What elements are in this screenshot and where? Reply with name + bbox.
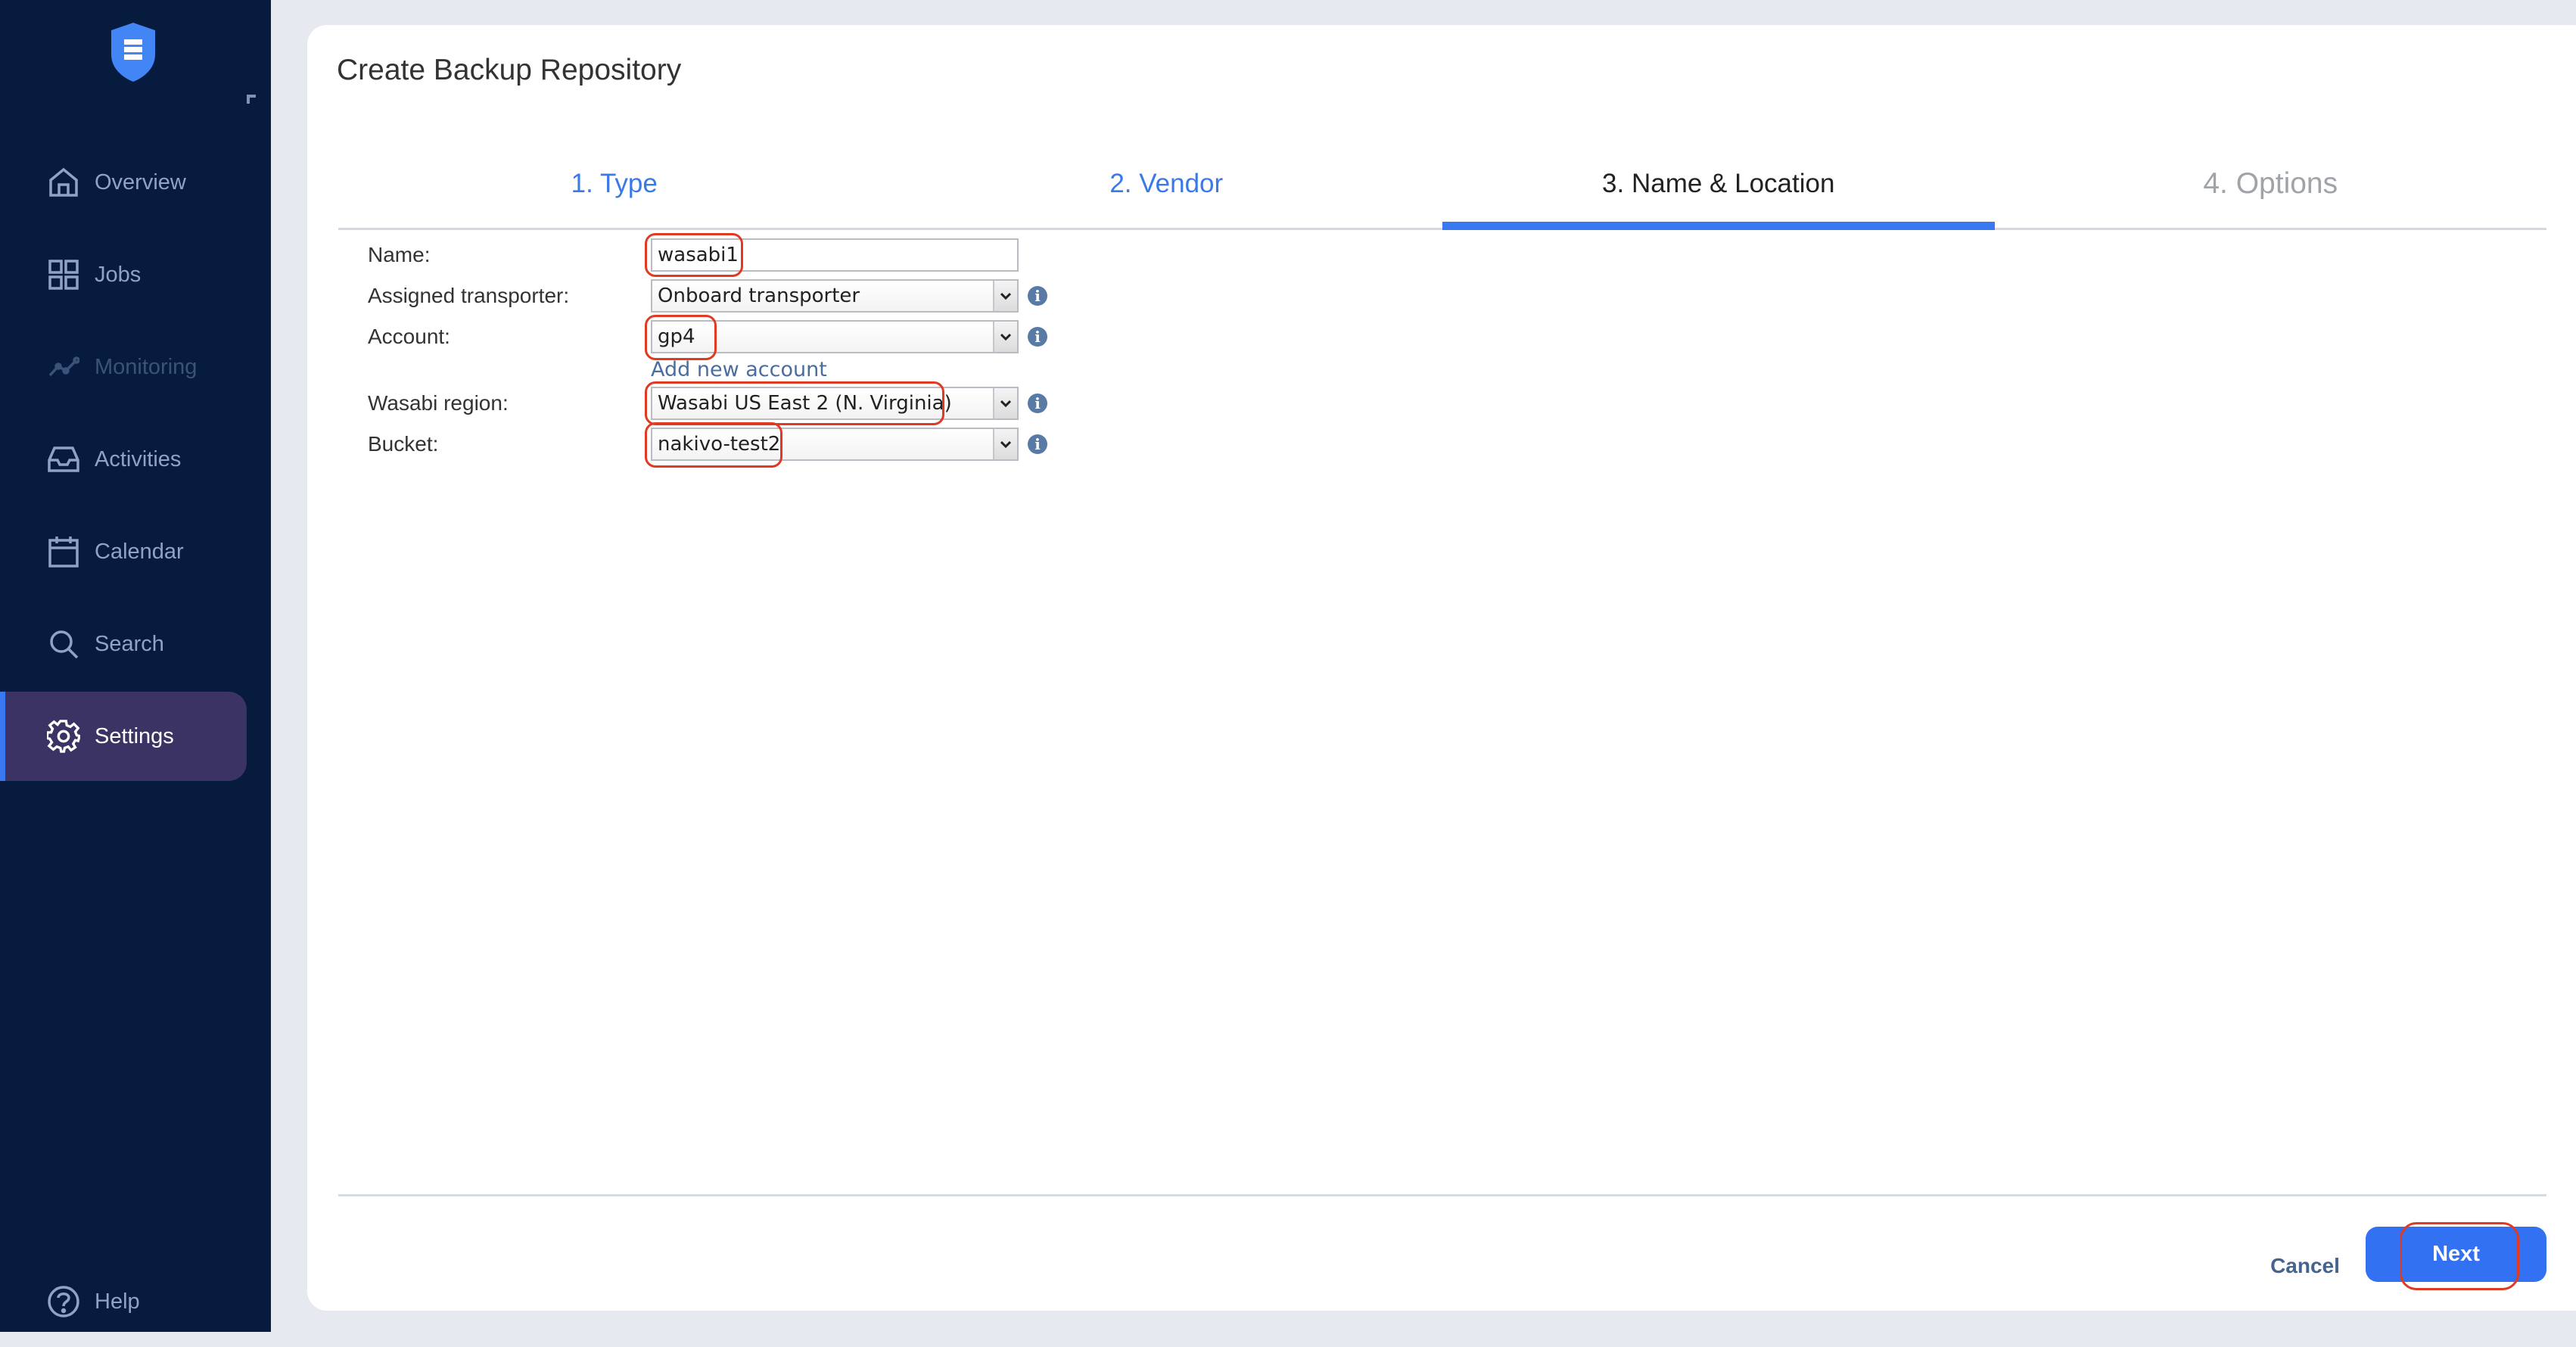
sidebar-item-help[interactable]: Help: [0, 1256, 247, 1347]
account-value: gp4: [658, 325, 695, 348]
gear-icon: [47, 720, 80, 753]
sidebar-item-monitoring[interactable]: Monitoring: [0, 322, 247, 412]
sidebar-item-activities[interactable]: Activities: [0, 415, 247, 504]
tab-vendor[interactable]: 2. Vendor: [891, 138, 1443, 228]
account-row: Account: gp4 i: [368, 319, 1047, 354]
info-icon[interactable]: i: [1028, 434, 1047, 454]
sidebar-item-label: Overview: [95, 170, 186, 194]
help-label: Help: [95, 1289, 140, 1314]
bucket-label: Bucket:: [368, 432, 439, 456]
name-input[interactable]: wasabi1: [651, 238, 1019, 272]
sidebar-item-label: Activities: [95, 446, 182, 471]
wizard-steps: 1. Type 2. Vendor 3. Name & Location 4. …: [338, 138, 2546, 230]
bucket-value: nakivo-test2: [658, 433, 781, 456]
sidebar-item-jobs[interactable]: Jobs: [0, 230, 247, 319]
region-select[interactable]: Wasabi US East 2 (N. Virginia): [651, 387, 1019, 420]
sidebar-item-label: Monitoring: [95, 354, 198, 379]
region-value: Wasabi US East 2 (N. Virginia): [658, 392, 952, 415]
search-icon: [47, 627, 80, 661]
transporter-value: Onboard transporter: [658, 285, 860, 307]
region-row: Wasabi region: Wasabi US East 2 (N. Virg…: [368, 386, 1047, 421]
add-new-account-link[interactable]: Add new account: [651, 358, 827, 381]
transporter-label: Assigned transporter:: [368, 284, 570, 307]
name-label: Name:: [368, 243, 431, 266]
info-icon[interactable]: i: [1028, 286, 1047, 306]
help-icon: [47, 1285, 80, 1318]
name-value: wasabi1: [658, 244, 739, 266]
sidebar-item-overview[interactable]: Overview: [0, 138, 247, 227]
sidebar: Overview Jobs Monitoring Activities Cale…: [0, 0, 271, 1332]
chart-line-icon: [47, 350, 80, 384]
sidebar-item-label: Search: [95, 631, 164, 656]
transporter-select[interactable]: Onboard transporter: [651, 279, 1019, 313]
next-button[interactable]: Next: [2366, 1227, 2546, 1282]
info-icon[interactable]: i: [1028, 327, 1047, 347]
tab-options: 4. Options: [2203, 167, 2338, 200]
app-logo-shield-icon: [111, 23, 155, 82]
chevron-down-icon[interactable]: [993, 388, 1017, 418]
calendar-icon: [47, 535, 80, 568]
sidebar-item-settings[interactable]: Settings: [0, 692, 247, 781]
sidebar-item-label: Settings: [95, 723, 174, 748]
sidebar-item-calendar[interactable]: Calendar: [0, 507, 247, 596]
sidebar-item-search[interactable]: Search: [0, 599, 247, 689]
cancel-button[interactable]: Cancel: [2260, 1240, 2350, 1293]
sidebar-collapse-toggle[interactable]: [247, 95, 256, 104]
create-repository-dialog: Create Backup Repository 1. Type 2. Vend…: [307, 25, 2576, 1311]
inbox-icon: [47, 443, 80, 476]
transporter-row: Assigned transporter: Onboard transporte…: [368, 278, 1047, 313]
bucket-row: Bucket: nakivo-test2 i: [368, 427, 1047, 462]
chevron-down-icon[interactable]: [993, 429, 1017, 459]
region-label: Wasabi region:: [368, 391, 509, 415]
home-icon: [47, 166, 80, 199]
grid-icon: [47, 258, 80, 291]
bucket-select[interactable]: nakivo-test2: [651, 428, 1019, 461]
tab-name-location[interactable]: 3. Name & Location: [1442, 138, 1995, 230]
sidebar-item-label: Calendar: [95, 539, 184, 564]
chevron-down-icon[interactable]: [993, 322, 1017, 352]
name-row: Name: wasabi1: [368, 238, 1019, 272]
tab-type[interactable]: 1. Type: [338, 138, 891, 228]
account-select[interactable]: gp4: [651, 320, 1019, 353]
footer-divider: [338, 1194, 2546, 1196]
chevron-down-icon[interactable]: [993, 281, 1017, 311]
dialog-title: Create Backup Repository: [337, 54, 682, 86]
sidebar-item-label: Jobs: [95, 262, 142, 287]
info-icon[interactable]: i: [1028, 394, 1047, 413]
account-label: Account:: [368, 325, 450, 348]
